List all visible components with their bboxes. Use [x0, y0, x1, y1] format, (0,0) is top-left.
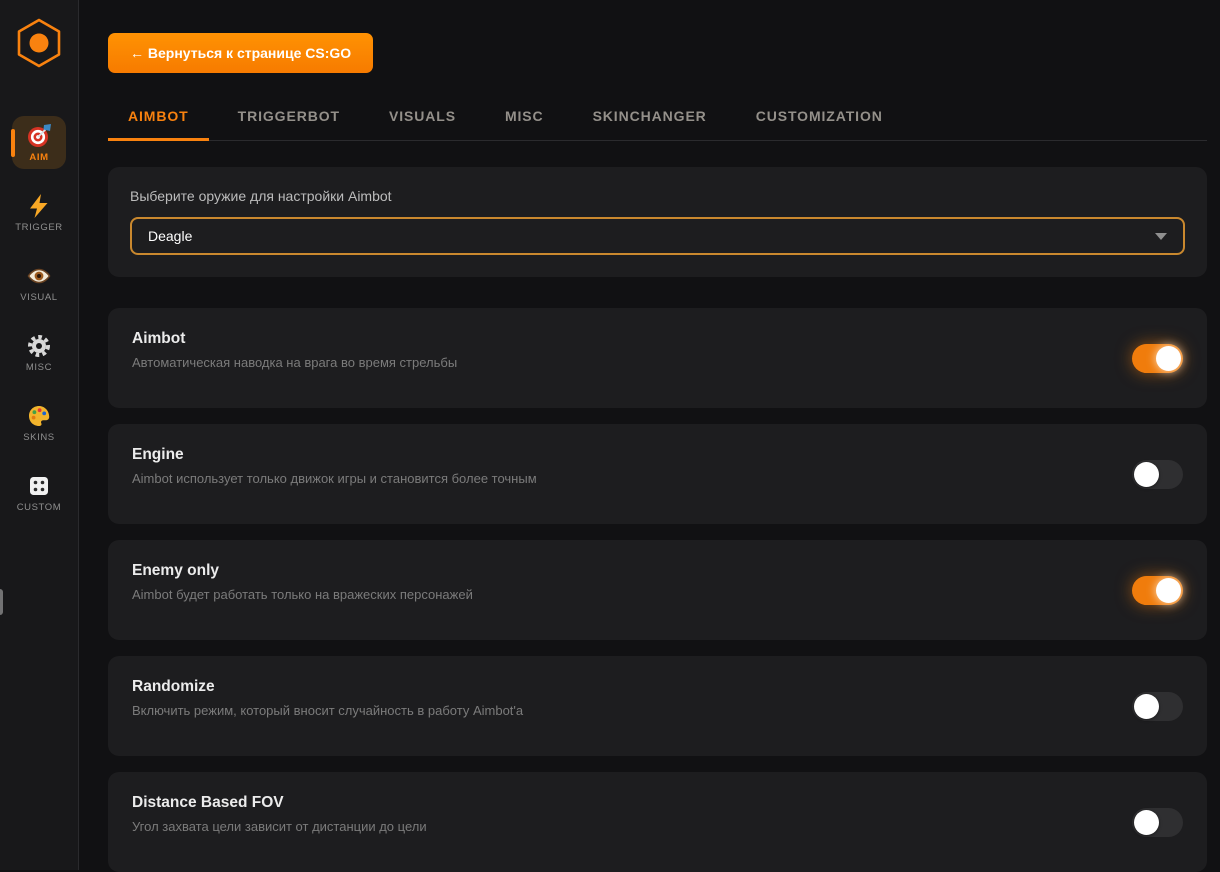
- tab-misc[interactable]: MISC: [485, 96, 564, 141]
- palette-icon: [26, 403, 52, 429]
- tab-bar: AIMBOT TRIGGERBOT VISUALS MISC SKINCHANG…: [108, 96, 1207, 141]
- toggle-knob: [1134, 462, 1159, 487]
- setting-description: Угол захвата цели зависит от дистанции д…: [132, 819, 427, 834]
- setting-text: Randomize Включить режим, который вносит…: [132, 656, 523, 718]
- sidebar: AIM TRIGGER VISUAL: [0, 0, 79, 870]
- engine-toggle[interactable]: [1132, 460, 1183, 489]
- active-indicator: [11, 129, 15, 157]
- tab-triggerbot[interactable]: TRIGGERBOT: [218, 96, 360, 141]
- setting-text: Engine Aimbot использует только движок и…: [132, 424, 537, 486]
- sidebar-item-trigger[interactable]: TRIGGER: [12, 186, 66, 239]
- setting-title: Enemy only: [132, 562, 473, 580]
- setting-title: Aimbot: [132, 330, 457, 348]
- setting-title: Distance Based FOV: [132, 794, 427, 812]
- setting-title: Engine: [132, 446, 537, 464]
- target-icon: [26, 123, 52, 149]
- eye-icon: [26, 263, 52, 289]
- weapon-select-card: Выберите оружие для настройки Aimbot Dea…: [108, 167, 1207, 277]
- chevron-down-icon: [1155, 233, 1167, 240]
- setting-text: Enemy only Aimbot будет работать только …: [132, 540, 473, 602]
- sidebar-item-aim[interactable]: AIM: [12, 116, 66, 169]
- setting-description: Автоматическая наводка на врага во время…: [132, 355, 457, 370]
- edge-scroll-indicator: [0, 589, 3, 615]
- randomize-toggle[interactable]: [1132, 692, 1183, 721]
- sidebar-nav: AIM TRIGGER VISUAL: [12, 116, 66, 519]
- weapon-select-label: Выберите оружие для настройки Aimbot: [130, 188, 1185, 204]
- setting-description: Aimbot будет работать только на вражески…: [132, 587, 473, 602]
- sidebar-item-misc[interactable]: MISC: [12, 326, 66, 379]
- main-content: ← Вернуться к странице CS:GO AIMBOT TRIG…: [79, 0, 1220, 870]
- toggle-knob: [1156, 578, 1181, 603]
- setting-description: Aimbot использует только движок игры и с…: [132, 471, 537, 486]
- weapon-select[interactable]: Deagle: [130, 217, 1185, 255]
- tab-visuals[interactable]: VISUALS: [369, 96, 476, 141]
- sidebar-item-label: AIM: [29, 152, 48, 163]
- sidebar-item-skins[interactable]: SKINS: [12, 396, 66, 449]
- sidebar-item-custom[interactable]: CUSTOM: [12, 466, 66, 519]
- setting-text: Distance Based FOV Угол захвата цели зав…: [132, 772, 427, 834]
- setting-row-distance-based-fov: Distance Based FOV Угол захвата цели зав…: [108, 772, 1207, 872]
- setting-text: Aimbot Автоматическая наводка на врага в…: [132, 308, 457, 370]
- distance-based-fov-toggle[interactable]: [1132, 808, 1183, 837]
- sidebar-item-visual[interactable]: VISUAL: [12, 256, 66, 309]
- sidebar-item-label: CUSTOM: [17, 502, 62, 513]
- setting-row-engine: Engine Aimbot использует только движок и…: [108, 424, 1207, 524]
- setting-row-aimbot: Aimbot Автоматическая наводка на врага в…: [108, 308, 1207, 408]
- aimbot-toggle[interactable]: [1132, 344, 1183, 373]
- setting-row-enemy-only: Enemy only Aimbot будет работать только …: [108, 540, 1207, 640]
- settings-list: Aimbot Автоматическая наводка на врага в…: [108, 308, 1207, 872]
- toggle-knob: [1134, 810, 1159, 835]
- toggle-knob: [1156, 346, 1181, 371]
- sidebar-item-label: MISC: [26, 362, 52, 373]
- tab-skinchanger[interactable]: SKINCHANGER: [573, 96, 727, 141]
- hexagon-logo-icon: [16, 17, 62, 69]
- gear-icon: [26, 333, 52, 359]
- weapon-select-value: Deagle: [148, 228, 192, 244]
- back-to-csgo-button[interactable]: ← Вернуться к странице CS:GO: [108, 33, 373, 73]
- enemy-only-toggle[interactable]: [1132, 576, 1183, 605]
- sidebar-item-label: VISUAL: [20, 292, 57, 303]
- setting-description: Включить режим, который вносит случайнос…: [132, 703, 523, 718]
- tab-customization[interactable]: CUSTOMIZATION: [736, 96, 903, 141]
- setting-row-randomize: Randomize Включить режим, который вносит…: [108, 656, 1207, 756]
- setting-title: Randomize: [132, 678, 523, 696]
- toggle-knob: [1134, 694, 1159, 719]
- sidebar-item-label: SKINS: [23, 432, 55, 443]
- app-logo: [15, 16, 63, 70]
- lightning-icon: [26, 193, 52, 219]
- sidebar-item-label: TRIGGER: [15, 222, 62, 233]
- dice-icon: [26, 473, 52, 499]
- tab-aimbot[interactable]: AIMBOT: [108, 96, 209, 141]
